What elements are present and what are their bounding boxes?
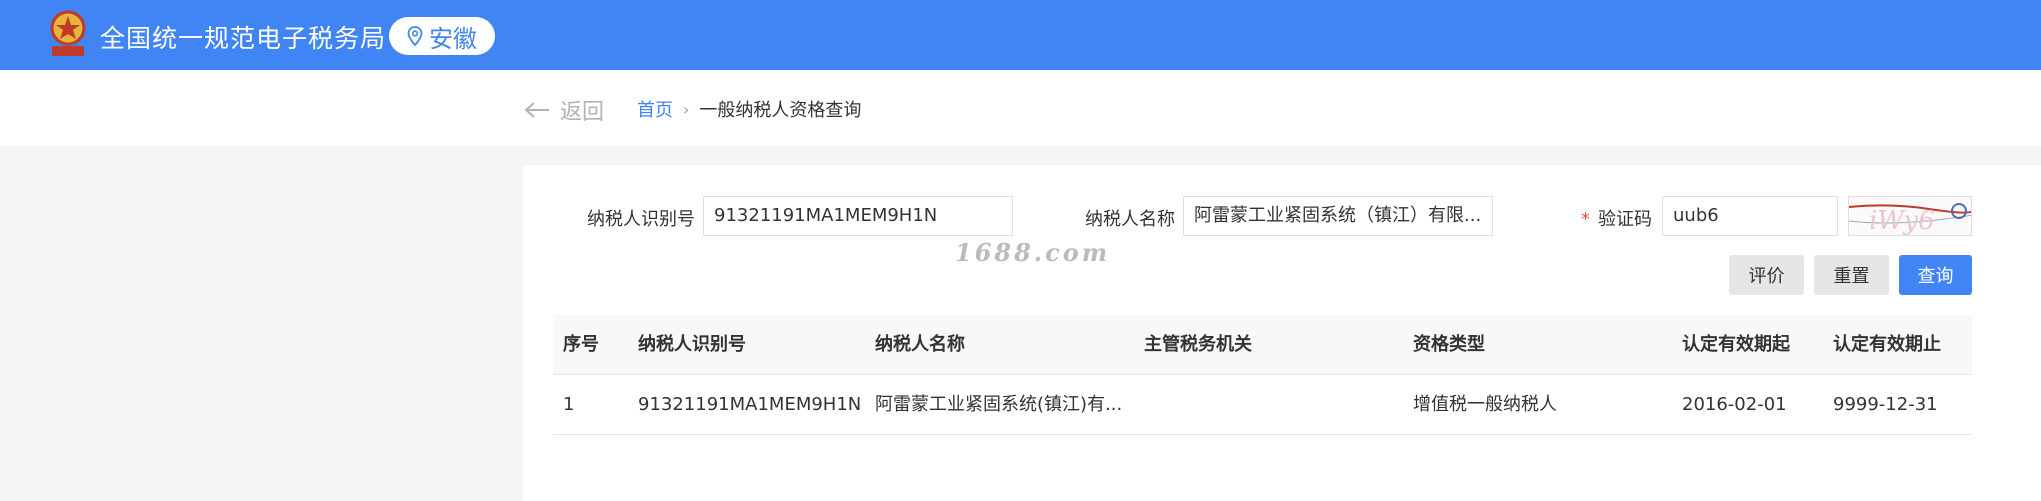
back-button[interactable]: 返回 [524,94,604,126]
reset-button[interactable]: 重置 [1814,255,1889,295]
site-title: 全国统一规范电子税务局 [100,24,387,53]
tax-emblem-icon [50,10,86,56]
top-header: 全国统一规范电子税务局 安徽 [0,0,2041,70]
captcha-label: 验证码 [1598,209,1652,230]
table-cell: 1 [563,394,575,415]
column-header: 纳税人名称 [875,334,965,355]
watermark-text: 1688.com [955,238,1111,267]
table-cell: 9999-12-31 [1833,394,1938,415]
breadcrumb-separator: › [683,99,690,119]
table-row[interactable]: 1 91321191MA1MEM9H1N 阿雷蒙工业紧固系统(镇江)有... 增… [553,375,1972,435]
column-header: 认定有效期起 [1682,334,1790,355]
taxpayer-name-label: 纳税人名称 [1085,209,1175,230]
results-table-header: 序号 纳税人识别号 纳税人名称 主管税务机关 资格类型 认定有效期起 认定有效期… [553,315,1972,375]
captcha-picture: iWy6 [1849,203,1971,236]
table-cell: 2016-02-01 [1682,394,1787,415]
column-header: 认定有效期止 [1833,334,1941,355]
taxpayer-name-input[interactable]: 阿雷蒙工业紧固系统（镇江）有限... [1183,196,1493,236]
column-header: 资格类型 [1413,334,1485,355]
location-pin-icon [407,26,423,46]
captcha-image[interactable]: iWy6 [1848,196,1972,236]
captcha-label-group: * 验证码 [1581,205,1652,231]
back-label: 返回 [560,100,605,125]
table-cell: 增值税一般纳税人 [1413,394,1557,415]
captcha-input[interactable]: uub6 [1662,196,1838,236]
captcha-text: iWy6 [1869,206,1935,236]
column-header: 主管税务机关 [1144,334,1252,355]
region-name: 安徽 [429,24,477,53]
query-button[interactable]: 查询 [1899,255,1972,295]
column-header: 序号 [563,334,599,355]
taxpayer-id-label: 纳税人识别号 [587,209,695,230]
table-cell: 91321191MA1MEM9H1N [638,394,862,415]
column-header: 纳税人识别号 [638,334,746,355]
table-cell: 阿雷蒙工业紧固系统(镇江)有... [875,394,1123,415]
breadcrumb-current: 一般纳税人资格查询 [699,100,862,121]
taxpayer-id-input[interactable]: 91321191MA1MEM9H1N [703,196,1013,236]
required-mark: * [1581,209,1590,230]
breadcrumb: 首页 › 一般纳税人资格查询 [637,96,861,122]
breadcrumb-home-link[interactable]: 首页 [637,96,673,122]
navigation-bar [0,70,2041,146]
arrow-left-icon [524,102,549,118]
region-selector[interactable]: 安徽 [389,17,495,55]
evaluate-button[interactable]: 评价 [1729,255,1804,295]
